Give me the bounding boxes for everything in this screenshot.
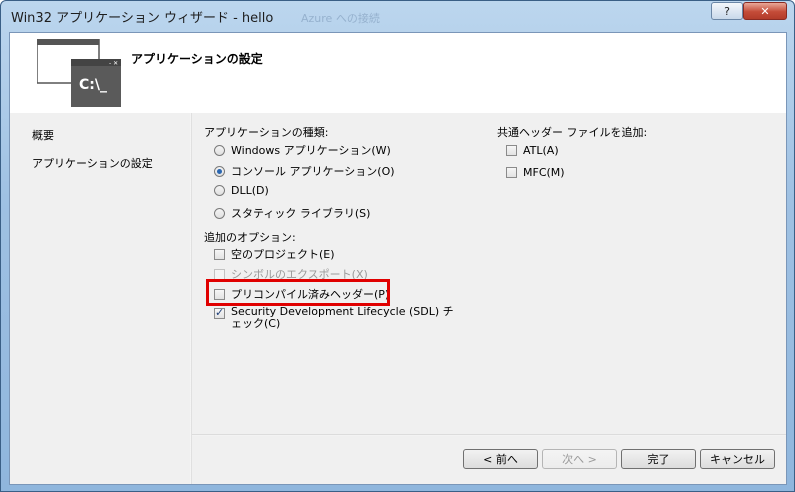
check-sdl[interactable]: Security Development Lifecycle (SDL) チェッ… [214, 306, 464, 330]
window-frame: Win32 アプリケーション ウィザード - hello Azure への接続 … [0, 0, 795, 492]
next-button[interactable]: 次へ > [542, 449, 617, 469]
check-atl[interactable]: ATL(A) [506, 144, 559, 157]
check-mfc[interactable]: MFC(M) [506, 166, 565, 179]
close-button[interactable]: ✕ [743, 2, 787, 20]
checkbox[interactable] [506, 145, 517, 156]
checkbox[interactable] [214, 248, 225, 260]
radio-button-selected[interactable] [214, 165, 225, 177]
radio-static-lib[interactable]: スタティック ライブラリ(S) [214, 205, 370, 221]
highlight-annotation [206, 279, 390, 306]
radio-button[interactable] [214, 185, 225, 196]
radio-button[interactable] [214, 144, 225, 156]
radio-label: コンソール アプリケーション(O) [231, 165, 395, 178]
finish-button-label: 完了 [647, 453, 670, 466]
nav-item-overview[interactable]: 概要 [32, 127, 54, 143]
radio-label: スタティック ライブラリ(S) [231, 207, 371, 220]
radio-label: Windows アプリケーション(W) [231, 144, 391, 157]
common-headers-label: 共通ヘッダー ファイルを追加: [497, 126, 648, 139]
page-title: アプリケーションの設定 [131, 52, 263, 66]
window-title: Win32 アプリケーション ウィザード - hello [11, 11, 274, 26]
help-icon: ? [724, 4, 730, 18]
checkbox-checked[interactable] [214, 306, 225, 319]
check-empty-project[interactable]: 空のプロジェクト(E) [214, 246, 335, 262]
radio-dll[interactable]: DLL(D) [214, 184, 269, 197]
wizard-nav: 概要 アプリケーションの設定 [10, 113, 190, 484]
console-app-icon: - ✕ C:\_ [37, 39, 121, 107]
checkbox-disabled [214, 268, 225, 280]
icon-prompt-text: C:\_ [79, 77, 107, 93]
extra-options-label: 追加のオプション: [204, 231, 296, 244]
bottom-separator [192, 434, 786, 436]
prev-button-label: < 前へ [483, 453, 518, 466]
close-icon: ✕ [760, 4, 770, 18]
checkbox-label: Security Development Lifecycle (SDL) チェッ… [231, 305, 454, 330]
radio-console-app[interactable]: コンソール アプリケーション(O) [214, 163, 395, 179]
finish-button[interactable]: 完了 [621, 449, 696, 469]
pane-divider [190, 113, 192, 484]
radio-label: DLL(D) [231, 184, 269, 197]
radio-windows-app[interactable]: Windows アプリケーション(W) [214, 142, 391, 158]
app-type-label: アプリケーションの種類: [204, 126, 329, 139]
wizard-header: - ✕ C:\_ アプリケーションの設定 [10, 33, 786, 113]
checkbox-label: MFC(M) [523, 166, 565, 179]
help-button[interactable]: ? [711, 2, 743, 20]
title-bar[interactable]: Win32 アプリケーション ウィザード - hello Azure への接続 … [1, 1, 794, 31]
nav-item-app-settings[interactable]: アプリケーションの設定 [32, 155, 153, 171]
checkbox[interactable] [506, 167, 517, 178]
dialog-client: - ✕ C:\_ アプリケーションの設定 概要 アプリケーションの設定 アプリケ… [9, 32, 787, 485]
checkbox-label: ATL(A) [523, 144, 559, 157]
svg-text:- ✕: - ✕ [109, 60, 118, 67]
cancel-button-label: キャンセル [710, 453, 765, 466]
wizard-body: 概要 アプリケーションの設定 アプリケーションの種類: Windows アプリケ… [10, 113, 786, 484]
prev-button[interactable]: < 前へ [463, 449, 538, 469]
cancel-button[interactable]: キャンセル [700, 449, 775, 469]
checkbox-label: 空のプロジェクト(E) [231, 248, 335, 261]
radio-button[interactable] [214, 207, 225, 219]
background-window-title: Azure への接続 [301, 12, 380, 25]
next-button-label: 次へ > [562, 453, 597, 466]
